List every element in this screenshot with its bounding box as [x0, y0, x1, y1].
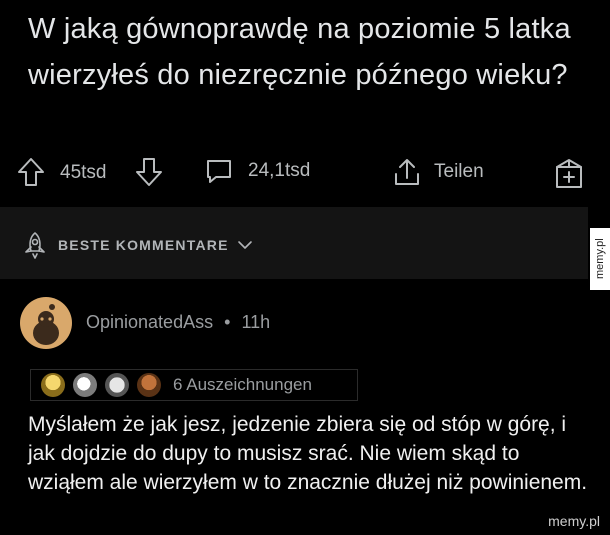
chevron-down-icon — [237, 241, 252, 249]
corner-watermark: memy.pl — [548, 513, 600, 529]
comment-meta: OpinionatedAss • 11h — [86, 312, 270, 333]
downvote-arrow-icon — [136, 158, 162, 186]
sort-dropdown[interactable]: BESTE KOMMENTARE — [20, 230, 253, 260]
rocket-icon — [25, 232, 45, 259]
gift-icon — [556, 159, 582, 188]
comments-button[interactable]: 24,1tsd — [204, 156, 310, 186]
comment-bubble-icon — [207, 160, 231, 183]
award-button[interactable] — [553, 156, 585, 190]
comment-time: 11h — [241, 312, 271, 332]
snoo-avatar-icon — [33, 304, 59, 345]
comment-author[interactable]: OpinionatedAss — [86, 312, 213, 332]
post-title: W jaką gównoprawdę na poziomie 5 latka w… — [28, 13, 571, 91]
share-icon — [395, 159, 419, 185]
side-watermark: memy.pl — [590, 228, 610, 290]
award-icon — [73, 373, 97, 397]
post-action-bar: 45tsd 24,1tsd Teilen — [0, 150, 610, 194]
awards-row[interactable]: 6 Auszeichnungen — [30, 369, 358, 401]
award-icon — [137, 373, 161, 397]
award-icon — [41, 373, 65, 397]
share-button[interactable]: Teilen — [392, 156, 484, 188]
avatar[interactable] — [20, 297, 72, 349]
sort-label: BESTE KOMMENTARE — [58, 237, 229, 253]
awards-count: 6 Auszeichnungen — [173, 375, 312, 394]
upvote-button[interactable] — [16, 156, 46, 188]
meta-separator: • — [224, 312, 231, 332]
comments-count: 24,1tsd — [248, 160, 311, 181]
comment-body: Myślałem że jak jesz, jedzenie zbiera si… — [28, 413, 588, 494]
upvote-arrow-icon — [18, 158, 44, 186]
vote-count: 45tsd — [60, 162, 107, 183]
downvote-button[interactable] — [134, 156, 164, 188]
share-label: Teilen — [434, 161, 484, 182]
award-icon — [105, 373, 129, 397]
